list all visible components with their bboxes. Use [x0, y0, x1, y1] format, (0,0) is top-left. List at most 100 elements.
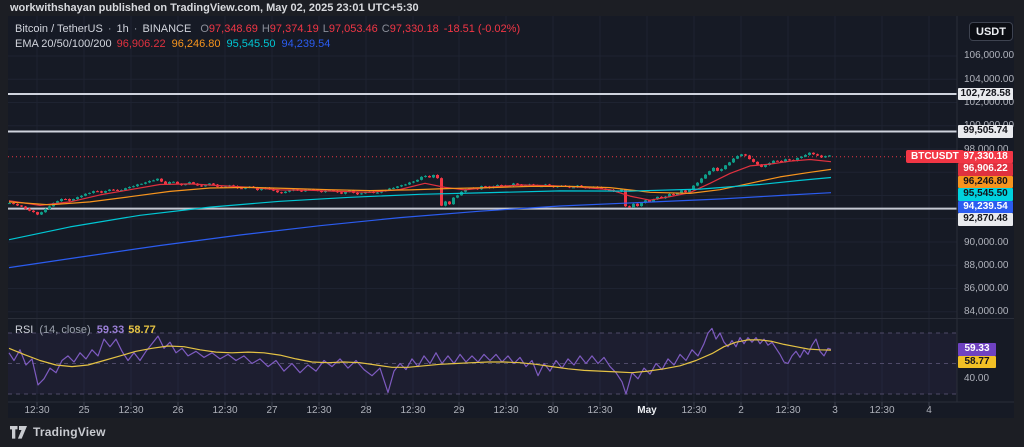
price-axis-label: 106,000.00	[964, 50, 1015, 62]
candle-body	[420, 176, 423, 180]
candle-body	[816, 154, 819, 156]
symbol-interval[interactable]: 1h	[117, 22, 129, 37]
currency-toggle-button[interactable]: USDT	[969, 22, 1013, 41]
candle-body	[448, 201, 451, 205]
candle-body	[452, 197, 455, 205]
time-axis-label: 12:30	[400, 405, 426, 416]
ema-line-ema-20	[8, 158, 832, 206]
candle-body	[716, 167, 719, 171]
candle-body	[128, 186, 131, 189]
candle-body	[108, 189, 111, 192]
time-axis-label: 2	[738, 405, 744, 416]
candle-body	[140, 183, 143, 185]
price-line-symbol-badge: BTCUSDT	[906, 150, 964, 164]
ohlc-value: 97,053.46	[328, 23, 378, 35]
candle-body	[68, 199, 71, 201]
candle-body	[144, 182, 147, 184]
candle-body	[92, 191, 95, 193]
legend-separator: ·	[133, 23, 138, 35]
ohlc-value: 97,330.18	[389, 23, 439, 35]
candle-body	[744, 154, 747, 156]
candle-body	[44, 208, 47, 213]
ema-value: 96,906.22	[116, 38, 166, 50]
candle-body	[64, 198, 67, 200]
candle-body	[152, 180, 155, 182]
tradingview-brand-text[interactable]: TradingView	[33, 425, 106, 439]
candle-body	[356, 192, 359, 195]
candle-body	[112, 189, 115, 191]
candle-body	[628, 206, 631, 208]
candle-body	[192, 182, 195, 184]
candle-body	[820, 155, 823, 158]
time-axis-label: 30	[547, 405, 559, 416]
candle-body	[392, 187, 395, 189]
candle-body	[748, 155, 751, 160]
candle-body	[340, 192, 343, 194]
candle-body	[516, 183, 519, 185]
time-axis-label: May	[637, 405, 657, 416]
symbol-name[interactable]: Bitcoin / TetherUS	[15, 22, 103, 37]
chart-window: Bitcoin / TetherUS · 1h · BINANCE O97,34…	[8, 16, 1014, 418]
price-axis-label: 90,000.00	[964, 236, 1009, 248]
candle-body	[720, 169, 723, 171]
time-axis-label: 25	[78, 405, 90, 416]
candle-body	[80, 195, 83, 198]
time-axis-label: 29	[453, 405, 465, 416]
candle-body	[632, 203, 635, 208]
rsi-indicator-label[interactable]: RSI	[15, 324, 33, 336]
rsi-axis-label: 40.00	[964, 373, 990, 385]
price-line-label-badge: 99,505.74	[958, 125, 1013, 138]
symbol-legend-row[interactable]: Bitcoin / TetherUS · 1h · BINANCE O97,34…	[15, 22, 520, 37]
candle-body	[824, 156, 827, 158]
ema-legend-row[interactable]: EMA 20/50/100/200 96,906.22 96,246.80 95,5…	[15, 37, 520, 52]
candle-body	[700, 178, 703, 183]
candle-body	[176, 181, 179, 184]
price-value-badge: 96,906.22	[958, 163, 1013, 176]
price-axis-label: 88,000.00	[964, 259, 1009, 271]
candle-body	[200, 185, 203, 187]
candle-body	[96, 191, 99, 193]
time-axis-label: 12:30	[118, 405, 144, 416]
time-axis-label: 26	[172, 405, 184, 416]
rsi-values: 59.33 58.77	[97, 324, 160, 336]
candle-body	[288, 190, 291, 192]
chart-canvas[interactable]	[8, 16, 1014, 418]
candle-body	[396, 186, 399, 188]
candle-body	[376, 192, 379, 194]
candle-body	[428, 175, 431, 178]
candle-body	[828, 155, 831, 157]
candle-body	[148, 181, 151, 183]
candle-body	[8, 203, 11, 205]
candle-body	[276, 190, 279, 193]
ohlc-values: O97,348.69 H97,374.19 L97,053.46 C97,330.18	[196, 22, 438, 37]
candle-body	[808, 152, 811, 155]
rsi-legend[interactable]: RSI (14, close) 59.33 58.77	[15, 324, 160, 336]
ema-indicator-label[interactable]: EMA 20/50/100/200	[15, 37, 112, 52]
candle-body	[360, 193, 363, 195]
candle-body	[100, 191, 103, 193]
tradingview-logo-icon[interactable]	[10, 425, 27, 439]
ema-values: 96,906.22 96,246.80 95,545.50 94,239.54	[117, 37, 337, 52]
candle-body	[12, 203, 15, 205]
price-value-badge: 96,246.80	[958, 175, 1013, 189]
ema-value: 96,246.80	[171, 38, 221, 50]
candle-body	[36, 212, 39, 215]
rsi-legend-value: 58.77	[128, 324, 156, 336]
time-axis-label: 12:30	[493, 405, 519, 416]
candle-body	[136, 184, 139, 187]
price-value-badge: 94,239.54	[958, 200, 1013, 214]
price-axis-label: 86,000.00	[964, 283, 1009, 295]
candle-body	[20, 205, 23, 207]
candle-body	[812, 152, 815, 155]
candle-body	[24, 206, 27, 209]
candle-body	[160, 178, 163, 182]
price-change: -18.51 (-0.02%)	[443, 23, 521, 35]
candle-body	[132, 186, 135, 188]
time-axis-label: 12:30	[587, 405, 613, 416]
chart-legend: Bitcoin / TetherUS · 1h · BINANCE O97,34…	[15, 22, 520, 52]
candle-body	[432, 174, 435, 178]
candle-body	[640, 202, 643, 207]
candle-body	[456, 195, 459, 198]
time-axis-label: 12:30	[212, 405, 238, 416]
candle-body	[728, 162, 731, 166]
